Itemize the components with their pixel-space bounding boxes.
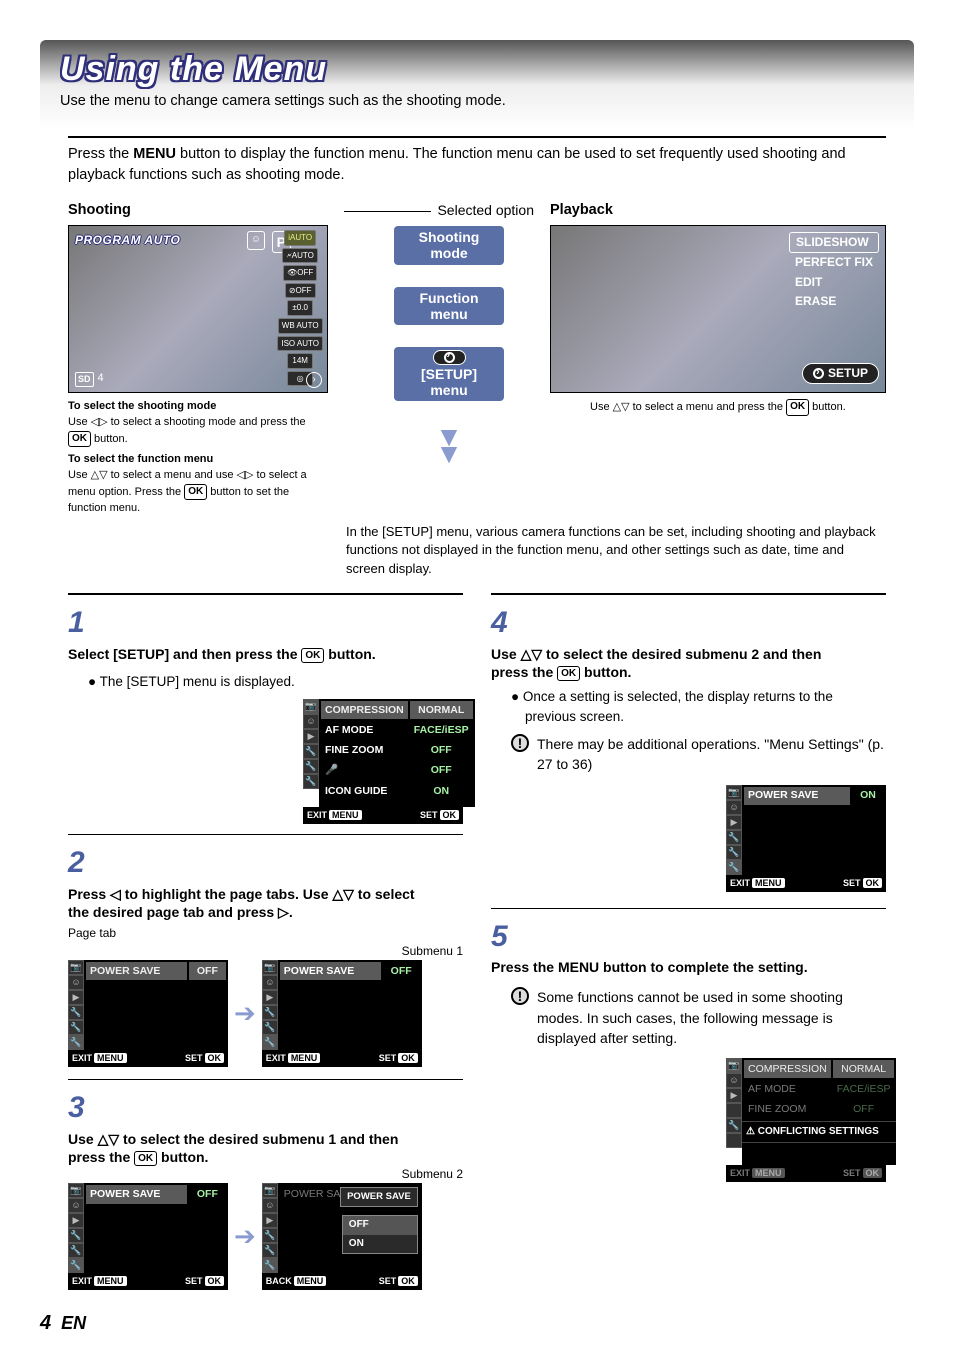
callout-shooting-mode: Shooting mode	[394, 226, 504, 264]
page-tab-label: Page tab	[68, 925, 463, 942]
intro-text: Press the MENU button to display the fun…	[68, 144, 886, 186]
intro-a: Press the	[68, 146, 133, 162]
selected-option-label: Selected option	[437, 200, 534, 220]
conflict-warning: ⚠ CONFLICTING SETTINGS	[742, 1121, 896, 1144]
select-function-h: To select the function menu	[68, 452, 328, 468]
callout-function-menu: Function menu	[394, 287, 504, 325]
step4-note: ! There may be additional operations. "M…	[491, 734, 886, 775]
shooting-heading: Shooting	[68, 200, 328, 221]
playback-note: Use △▽ to select a menu and press the OK…	[550, 399, 886, 416]
submenu-title: POWER SAVE	[340, 1187, 418, 1207]
side-icon: 14M	[287, 353, 313, 369]
playback-heading: Playback	[550, 200, 886, 221]
setup-paragraph: In the [SETUP] menu, various camera func…	[346, 523, 886, 580]
lcd-pagetab-left: 📷☺▶🔧🔧🔧 POWER SAVEOFF EXITMENUSETOK	[68, 960, 228, 1067]
intro-menu: MENU	[133, 146, 176, 162]
select-shooting-body: Use ◁▷ to select a shooting mode and pre…	[68, 415, 328, 448]
playback-item: EDIT	[789, 273, 879, 292]
note-icon: !	[511, 987, 529, 1005]
playback-item: SLIDESHOW	[789, 232, 879, 253]
step-number: 2	[68, 841, 94, 885]
face-icon: ☺	[247, 231, 265, 250]
setup-pill: SETUP	[802, 363, 879, 386]
page-footer: 4 EN	[40, 1312, 914, 1335]
step-5: 5 Press the MENU button to complete the …	[491, 915, 886, 980]
callout-setup-menu: [SETUP]menu	[394, 347, 504, 401]
submenu2-label: Submenu 2	[68, 1166, 463, 1183]
step-4: 4 Use △▽ to select the desired submenu 2…	[491, 601, 886, 681]
step1-bullet: ● The [SETUP] menu is displayed.	[68, 672, 463, 692]
arrow-right-icon: ➔	[234, 1218, 256, 1256]
side-icon-strip: iAUTO 🗲AUTO 👁OFF ⊘OFF ±0.0 WB AUTO ISO A…	[277, 230, 323, 386]
submenu1-label: Submenu 1	[68, 943, 463, 960]
page-title: Using the Menu	[60, 50, 894, 89]
iauto-icon: iAUTO	[284, 230, 316, 246]
sd-badge: SD4	[75, 371, 104, 387]
side-icon: ±0.0	[287, 300, 313, 316]
step-number: 5	[491, 915, 517, 959]
step-1: 1 Select [SETUP] and then press the OK b…	[68, 601, 463, 666]
lcd-pagetab-right: 📷☺▶🔧🔧🔧 POWER SAVEOFF EXITMENUSETOK	[262, 960, 422, 1067]
lcd-submenu-right: 📷☺▶🔧🔧🔧 POWER SAVE POWER SAVE OFF ON BACK…	[262, 1183, 422, 1290]
step5-note: ! Some functions cannot be used in some …	[491, 987, 886, 1048]
lcd-submenu-left: 📷☺▶🔧🔧🔧 POWER SAVEOFF EXITMENUSETOK	[68, 1183, 228, 1290]
arrow-right-icon: ➔	[234, 995, 256, 1033]
page-subtitle: Use the menu to change camera settings s…	[60, 93, 894, 109]
playback-item: PERFECT FIX	[789, 253, 879, 272]
page: Using the Menu Use the menu to change ca…	[0, 0, 954, 1355]
submenu-options: OFF ON	[342, 1215, 418, 1254]
intro-c: button to display the function menu. The…	[68, 146, 846, 183]
note-icon: !	[511, 734, 529, 752]
step-3: 3 Use △▽ to select the desired submenu 1…	[68, 1086, 463, 1166]
select-function-body: Use △▽ to select a menu and use ◁▷ to se…	[68, 468, 328, 517]
step-number: 3	[68, 1086, 94, 1130]
side-icon: 🗲AUTO	[282, 248, 317, 264]
playback-item: ERASE	[789, 292, 879, 311]
playback-menu: SLIDESHOW PERFECT FIX EDIT ERASE	[789, 232, 879, 312]
down-arrow-icon: ▼▼	[394, 429, 504, 463]
side-icon: ⊘OFF	[285, 283, 316, 299]
page-lang: EN	[61, 1313, 86, 1334]
mode-label: PROGRAM AUTO	[75, 232, 180, 249]
select-shooting-h: To select the shooting mode	[68, 399, 328, 415]
step-number: 1	[68, 601, 94, 645]
lcd-power-on: 📷☺▶🔧🔧🔧 POWER SAVEON EXITMENUSETOK	[726, 785, 886, 892]
shooting-screen: PROGRAM AUTO ☺ P iAUTO 🗲AUTO 👁OFF ⊘OFF ±…	[68, 225, 328, 393]
step-2: 2 Press ◁ to highlight the page tabs. Us…	[68, 841, 463, 921]
header-banner: Using the Menu Use the menu to change ca…	[40, 40, 914, 130]
page-number: 4	[40, 1312, 51, 1335]
setup-circle-icon: ›	[306, 372, 322, 388]
side-icon: ISO AUTO	[277, 336, 323, 352]
lcd-conflict: 📷☺▶🔧 COMPRESSIONNORMAL AF MODEFACE/iESP …	[726, 1058, 886, 1182]
lcd-setup-menu: 📷☺▶🔧🔧🔧 COMPRESSIONNORMAL AF MODEFACE/iES…	[303, 699, 463, 824]
playback-screen: SLIDESHOW PERFECT FIX EDIT ERASE SETUP	[550, 225, 886, 393]
step-number: 4	[491, 601, 517, 645]
side-icon: WB AUTO	[278, 318, 323, 334]
side-icon: 👁OFF	[283, 265, 317, 281]
step4-bullet: ● Once a setting is selected, the displa…	[491, 687, 886, 726]
